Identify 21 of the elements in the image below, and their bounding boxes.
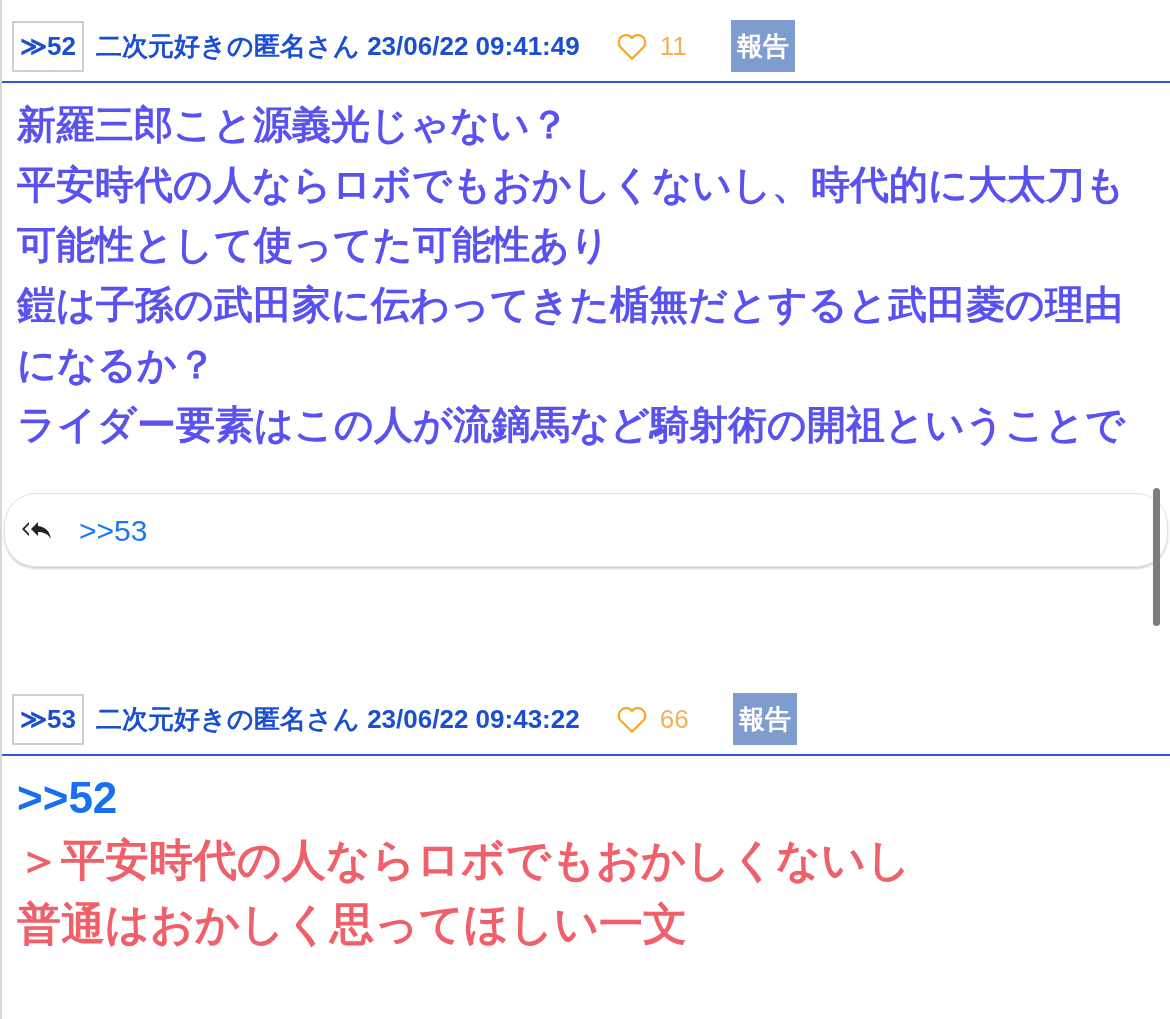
scrollbar-thumb[interactable] [1153,488,1160,626]
like-count: 66 [659,702,689,736]
poster-name-and-date: 二次元好きの匿名さん 23/06/22 09:41:49 [95,29,580,63]
reply-anchor-link[interactable]: >>52 [17,768,118,828]
reply-link[interactable]: >>53 [79,507,148,553]
report-button[interactable]: 報告 [732,693,797,745]
poster-name-and-date: 二次元好きの匿名さん 23/06/22 09:43:22 [95,702,580,736]
post-text: ライダー要素はこの人が流鏑馬など騎射術の開祖ということで [17,402,1125,448]
like-count: 11 [659,29,687,63]
heart-icon[interactable] [615,704,648,734]
post-number[interactable]: ≫53 [12,693,84,745]
post-number[interactable]: ≫52 [12,20,84,72]
post-text: 平安時代の人ならロボでもおかしくないし、時代的に大太刀も [17,162,1125,208]
quoted-text: ＞平安時代の人ならロボでもおかしくないし [17,834,911,886]
heart-icon[interactable] [615,31,648,61]
post-text: になるか？ [17,342,216,388]
post-text: 新羅三郎こと源義光じゃない？ [17,102,569,148]
post-text: 可能性として使ってた可能性あり [17,222,610,268]
quoted-text: 普通はおかしく思ってほしい一文 [17,898,687,950]
report-button[interactable]: 報告 [730,20,795,72]
post-text: 鎧は子孫の武田家に伝わってきた楯無だとすると武田菱の理由 [17,282,1123,328]
